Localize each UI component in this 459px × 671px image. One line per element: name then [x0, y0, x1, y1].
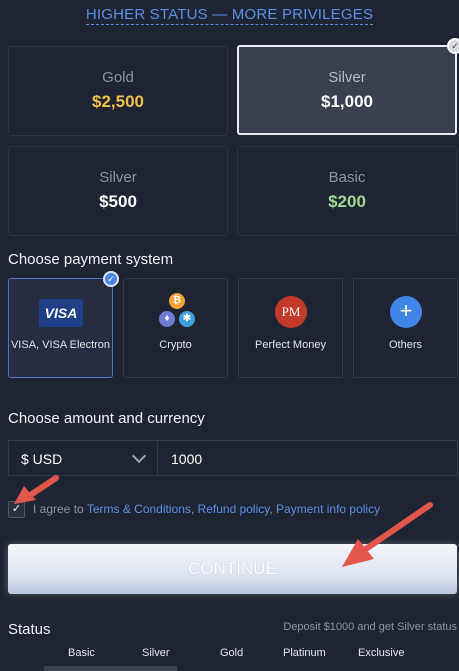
- status-progress-track: [44, 666, 177, 671]
- status-note: Deposit $1000 and get Silver status: [283, 621, 457, 633]
- amount-section-title: Choose amount and currency: [8, 410, 205, 427]
- amount-input[interactable]: 1000: [157, 440, 458, 476]
- agree-text: I agree to Terms & Conditions, Refund po…: [33, 502, 381, 516]
- plan-name: Basic: [328, 169, 366, 186]
- annotation-arrow-checkbox: [14, 475, 59, 504]
- status-levels: Basic Silver Gold Platinum Exclusive: [0, 647, 459, 663]
- payment-label: VISA, VISA Electron: [10, 339, 111, 351]
- level-silver: Silver: [142, 647, 170, 659]
- higher-status-link[interactable]: HIGHER STATUS — MORE PRIVILEGES: [0, 6, 459, 25]
- plan-amount: $200: [328, 192, 366, 211]
- level-basic: Basic: [68, 647, 95, 659]
- level-platinum: Platinum: [283, 647, 326, 659]
- level-exclusive: Exclusive: [358, 647, 405, 659]
- plan-name: Silver: [99, 169, 137, 186]
- plan-amount: $1,000: [321, 92, 373, 111]
- refund-policy-link[interactable]: Refund policy: [198, 502, 270, 516]
- currency-value: $ USD: [21, 451, 63, 467]
- plan-name: Gold: [102, 69, 134, 86]
- crypto-coins-icon: ₿ ♦ ✱: [157, 293, 197, 333]
- annotation-arrow-continue: [342, 502, 433, 567]
- payment-crypto[interactable]: ₿ ♦ ✱ Crypto: [123, 278, 228, 378]
- level-gold: Gold: [220, 647, 244, 659]
- visa-icon: VISA: [39, 299, 83, 327]
- plus-icon: +: [390, 296, 422, 328]
- payment-label: Crypto: [159, 339, 192, 351]
- perfect-money-icon: PM: [275, 296, 307, 328]
- payment-others[interactable]: + Others: [353, 278, 458, 378]
- plan-basic[interactable]: Basic $200: [237, 146, 457, 236]
- payment-visa[interactable]: VISA VISA, VISA Electron ✓: [8, 271, 119, 378]
- selected-check-icon: ✓: [103, 271, 119, 287]
- plan-name: Silver: [328, 69, 366, 86]
- selected-check-icon: ✓: [447, 38, 459, 54]
- terms-link[interactable]: Terms & Conditions: [87, 502, 191, 516]
- plan-silver-1000[interactable]: Silver $1,000: [237, 45, 457, 135]
- chevron-down-icon: [131, 448, 147, 464]
- payment-section-title: Choose payment system: [8, 251, 174, 268]
- payment-label: Perfect Money: [255, 339, 326, 351]
- payment-perfect-money[interactable]: PM Perfect Money: [238, 278, 343, 378]
- payment-label: Others: [388, 339, 422, 351]
- plan-silver-500[interactable]: Silver $500: [8, 146, 228, 236]
- plan-amount: $2,500: [92, 92, 144, 111]
- status-title: Status: [8, 621, 51, 638]
- plan-gold[interactable]: Gold $2,500: [8, 46, 228, 136]
- plan-amount: $500: [99, 192, 137, 211]
